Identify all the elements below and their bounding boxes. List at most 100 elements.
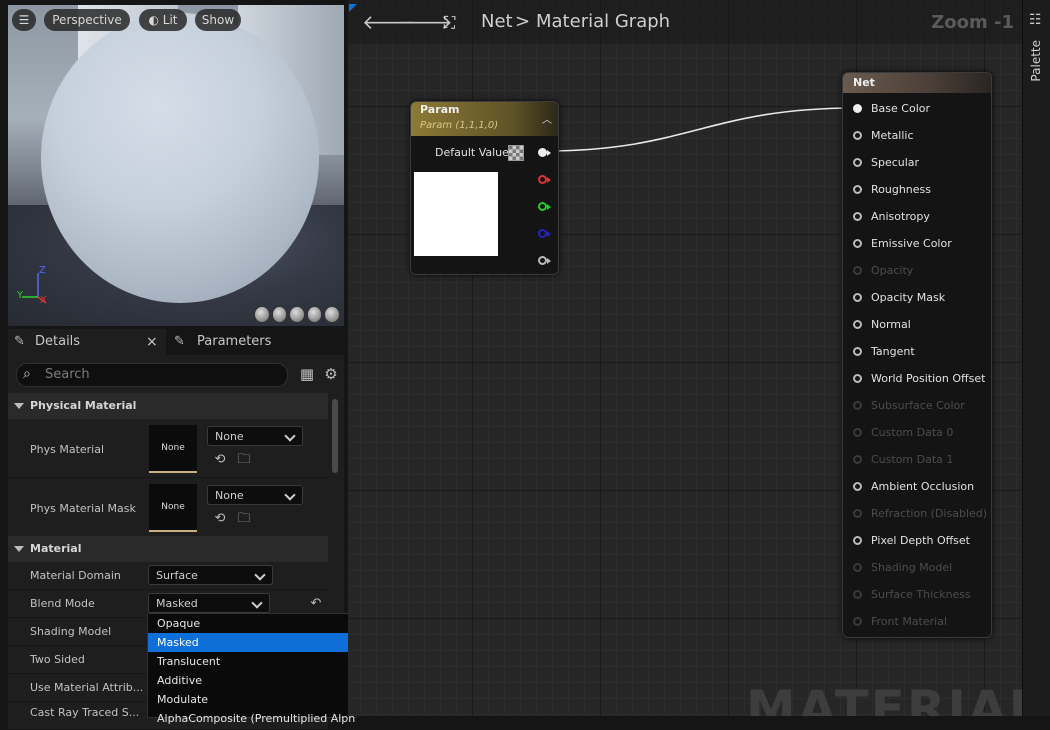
input-pin[interactable] (853, 131, 862, 140)
table-view-icon[interactable]: ▦ (299, 366, 315, 382)
input-pin[interactable] (853, 104, 862, 113)
axis-z-label: Z (39, 265, 46, 276)
material-domain-combo[interactable]: Surface (148, 565, 273, 585)
use-selected-asset-icon[interactable]: ⟲ (212, 452, 228, 468)
combo-value: Surface (156, 569, 198, 582)
dropdown-option-masked[interactable]: Masked (148, 633, 356, 652)
property-row-material-domain: Material Domain Surface (8, 562, 328, 590)
gear-icon[interactable]: ⚙ (323, 366, 339, 382)
axis-y-label: Y (17, 290, 24, 301)
show-button[interactable]: Show (195, 9, 241, 31)
input-pin[interactable] (853, 293, 862, 302)
property-row-phys-material-mask: Phys Material Mask None None ⟲ 🗀 (8, 478, 328, 537)
section-physical-material[interactable]: Physical Material (8, 393, 328, 419)
pencil-icon: ✎ (174, 334, 185, 349)
collapse-triangle-icon (14, 546, 24, 552)
input-pin[interactable] (853, 212, 862, 221)
viewport[interactable]: ☰ Perspective ◐ Lit Show Z Y X (8, 5, 344, 326)
reset-to-default-icon[interactable]: ↶ (308, 596, 324, 612)
input-label: Custom Data 0 (871, 426, 954, 439)
input-pin (853, 266, 862, 275)
input-label: World Position Offset (871, 372, 986, 385)
details-scrollbar[interactable] (332, 399, 338, 473)
cylinder-icon[interactable] (254, 306, 270, 323)
input-pin[interactable] (853, 185, 862, 194)
dropdown-option-alpha-composite[interactable]: AlphaComposite (Premultiplied Alpha) (148, 709, 356, 728)
viewport-menu-button[interactable]: ☰ (12, 9, 36, 31)
input-pin (853, 509, 862, 518)
browse-asset-icon[interactable]: 🗀 (236, 511, 252, 527)
input-label: Pixel Depth Offset (871, 534, 970, 547)
input-pin (853, 563, 862, 572)
material-graph[interactable]: 🡐 🡒 ⛶ Net > Material Graph Zoom -1 Param… (348, 0, 1022, 716)
axis-gizmo (22, 273, 47, 304)
input-label: Base Color (871, 102, 931, 115)
phys-material-mask-combo[interactable]: None (207, 485, 303, 505)
property-label: Shading Model (30, 625, 112, 638)
input-label: Front Material (871, 615, 948, 628)
input-label: Custom Data 1 (871, 453, 954, 466)
output-pin-a[interactable] (538, 256, 547, 265)
param-node-header[interactable]: Param Param (1,1,1,0) ︿ (411, 102, 558, 136)
chevron-up-icon[interactable]: ︿ (542, 111, 552, 126)
cube-icon[interactable] (306, 306, 323, 323)
phys-material-mask-thumbnail[interactable]: None (149, 484, 197, 532)
sphere-icon[interactable] (271, 306, 288, 323)
tab-parameters[interactable]: ✎ Parameters (174, 329, 324, 355)
phys-material-combo[interactable]: None (207, 426, 303, 446)
input-pin[interactable] (853, 536, 862, 545)
param-node[interactable]: Param Param (1,1,1,0) ︿ Default Value (410, 101, 559, 275)
section-title: Physical Material (30, 399, 137, 412)
dropdown-option-modulate[interactable]: Modulate (148, 690, 356, 709)
param-node-title: Param (420, 103, 460, 116)
input-label: Opacity Mask (871, 291, 946, 304)
net-node-header[interactable]: Net (843, 73, 991, 93)
palette-tab[interactable]: Palette (1029, 40, 1043, 82)
browse-asset-icon[interactable]: 🗀 (236, 452, 252, 468)
phys-material-thumbnail[interactable]: None (149, 425, 197, 473)
blend-mode-combo[interactable]: Masked (148, 593, 270, 613)
net-result-node[interactable]: Net Base Color Metallic Specular Roughness A… (842, 72, 992, 638)
input-pin[interactable] (853, 158, 862, 167)
output-pin-b[interactable] (538, 229, 547, 238)
input-pin (853, 401, 862, 410)
property-label: Use Material Attrib... (30, 681, 144, 694)
tab-details[interactable]: ✎ Details × (8, 329, 166, 355)
preview-shape-toolbar (254, 306, 340, 323)
search-input[interactable]: ⌕ Search (16, 363, 288, 387)
input-pin (853, 617, 862, 626)
hamburger-icon: ☰ (18, 13, 30, 27)
input-pin[interactable] (853, 482, 862, 491)
default-value-label: Default Value (435, 146, 509, 159)
chevron-down-icon (284, 430, 296, 442)
use-selected-asset-icon[interactable]: ⟲ (212, 511, 228, 527)
output-pin-r[interactable] (538, 175, 547, 184)
property-label: Blend Mode (30, 597, 95, 610)
input-pin[interactable] (853, 374, 862, 383)
close-icon[interactable]: × (146, 329, 158, 355)
output-pin-g[interactable] (538, 202, 547, 211)
perspective-button[interactable]: Perspective (44, 9, 130, 31)
section-material[interactable]: Material (8, 536, 328, 562)
output-pin-rgba[interactable] (538, 148, 547, 157)
input-pin[interactable] (853, 239, 862, 248)
combo-value: None (215, 430, 244, 443)
dropdown-option-opaque[interactable]: Opaque (148, 614, 356, 633)
net-node-title: Net (853, 76, 875, 89)
plane-icon[interactable] (289, 306, 305, 323)
combo-value: Masked (156, 597, 198, 610)
input-pin[interactable] (853, 347, 862, 356)
palette-list-icon[interactable]: ☷ (1029, 12, 1042, 28)
color-picker-swatch[interactable] (508, 145, 524, 161)
blend-mode-dropdown: Opaque Masked Translucent Additive Modul… (147, 613, 357, 725)
input-label: Ambient Occlusion (871, 480, 975, 493)
input-pin (853, 428, 862, 437)
input-pin[interactable] (853, 320, 862, 329)
lit-label: Lit (162, 13, 178, 27)
property-label: Material Domain (30, 569, 121, 582)
mesh-icon[interactable] (324, 306, 340, 323)
lit-button[interactable]: ◐ Lit (139, 9, 187, 31)
tab-parameters-label: Parameters (197, 334, 272, 349)
dropdown-option-translucent[interactable]: Translucent (148, 652, 356, 671)
dropdown-option-additive[interactable]: Additive (148, 671, 356, 690)
